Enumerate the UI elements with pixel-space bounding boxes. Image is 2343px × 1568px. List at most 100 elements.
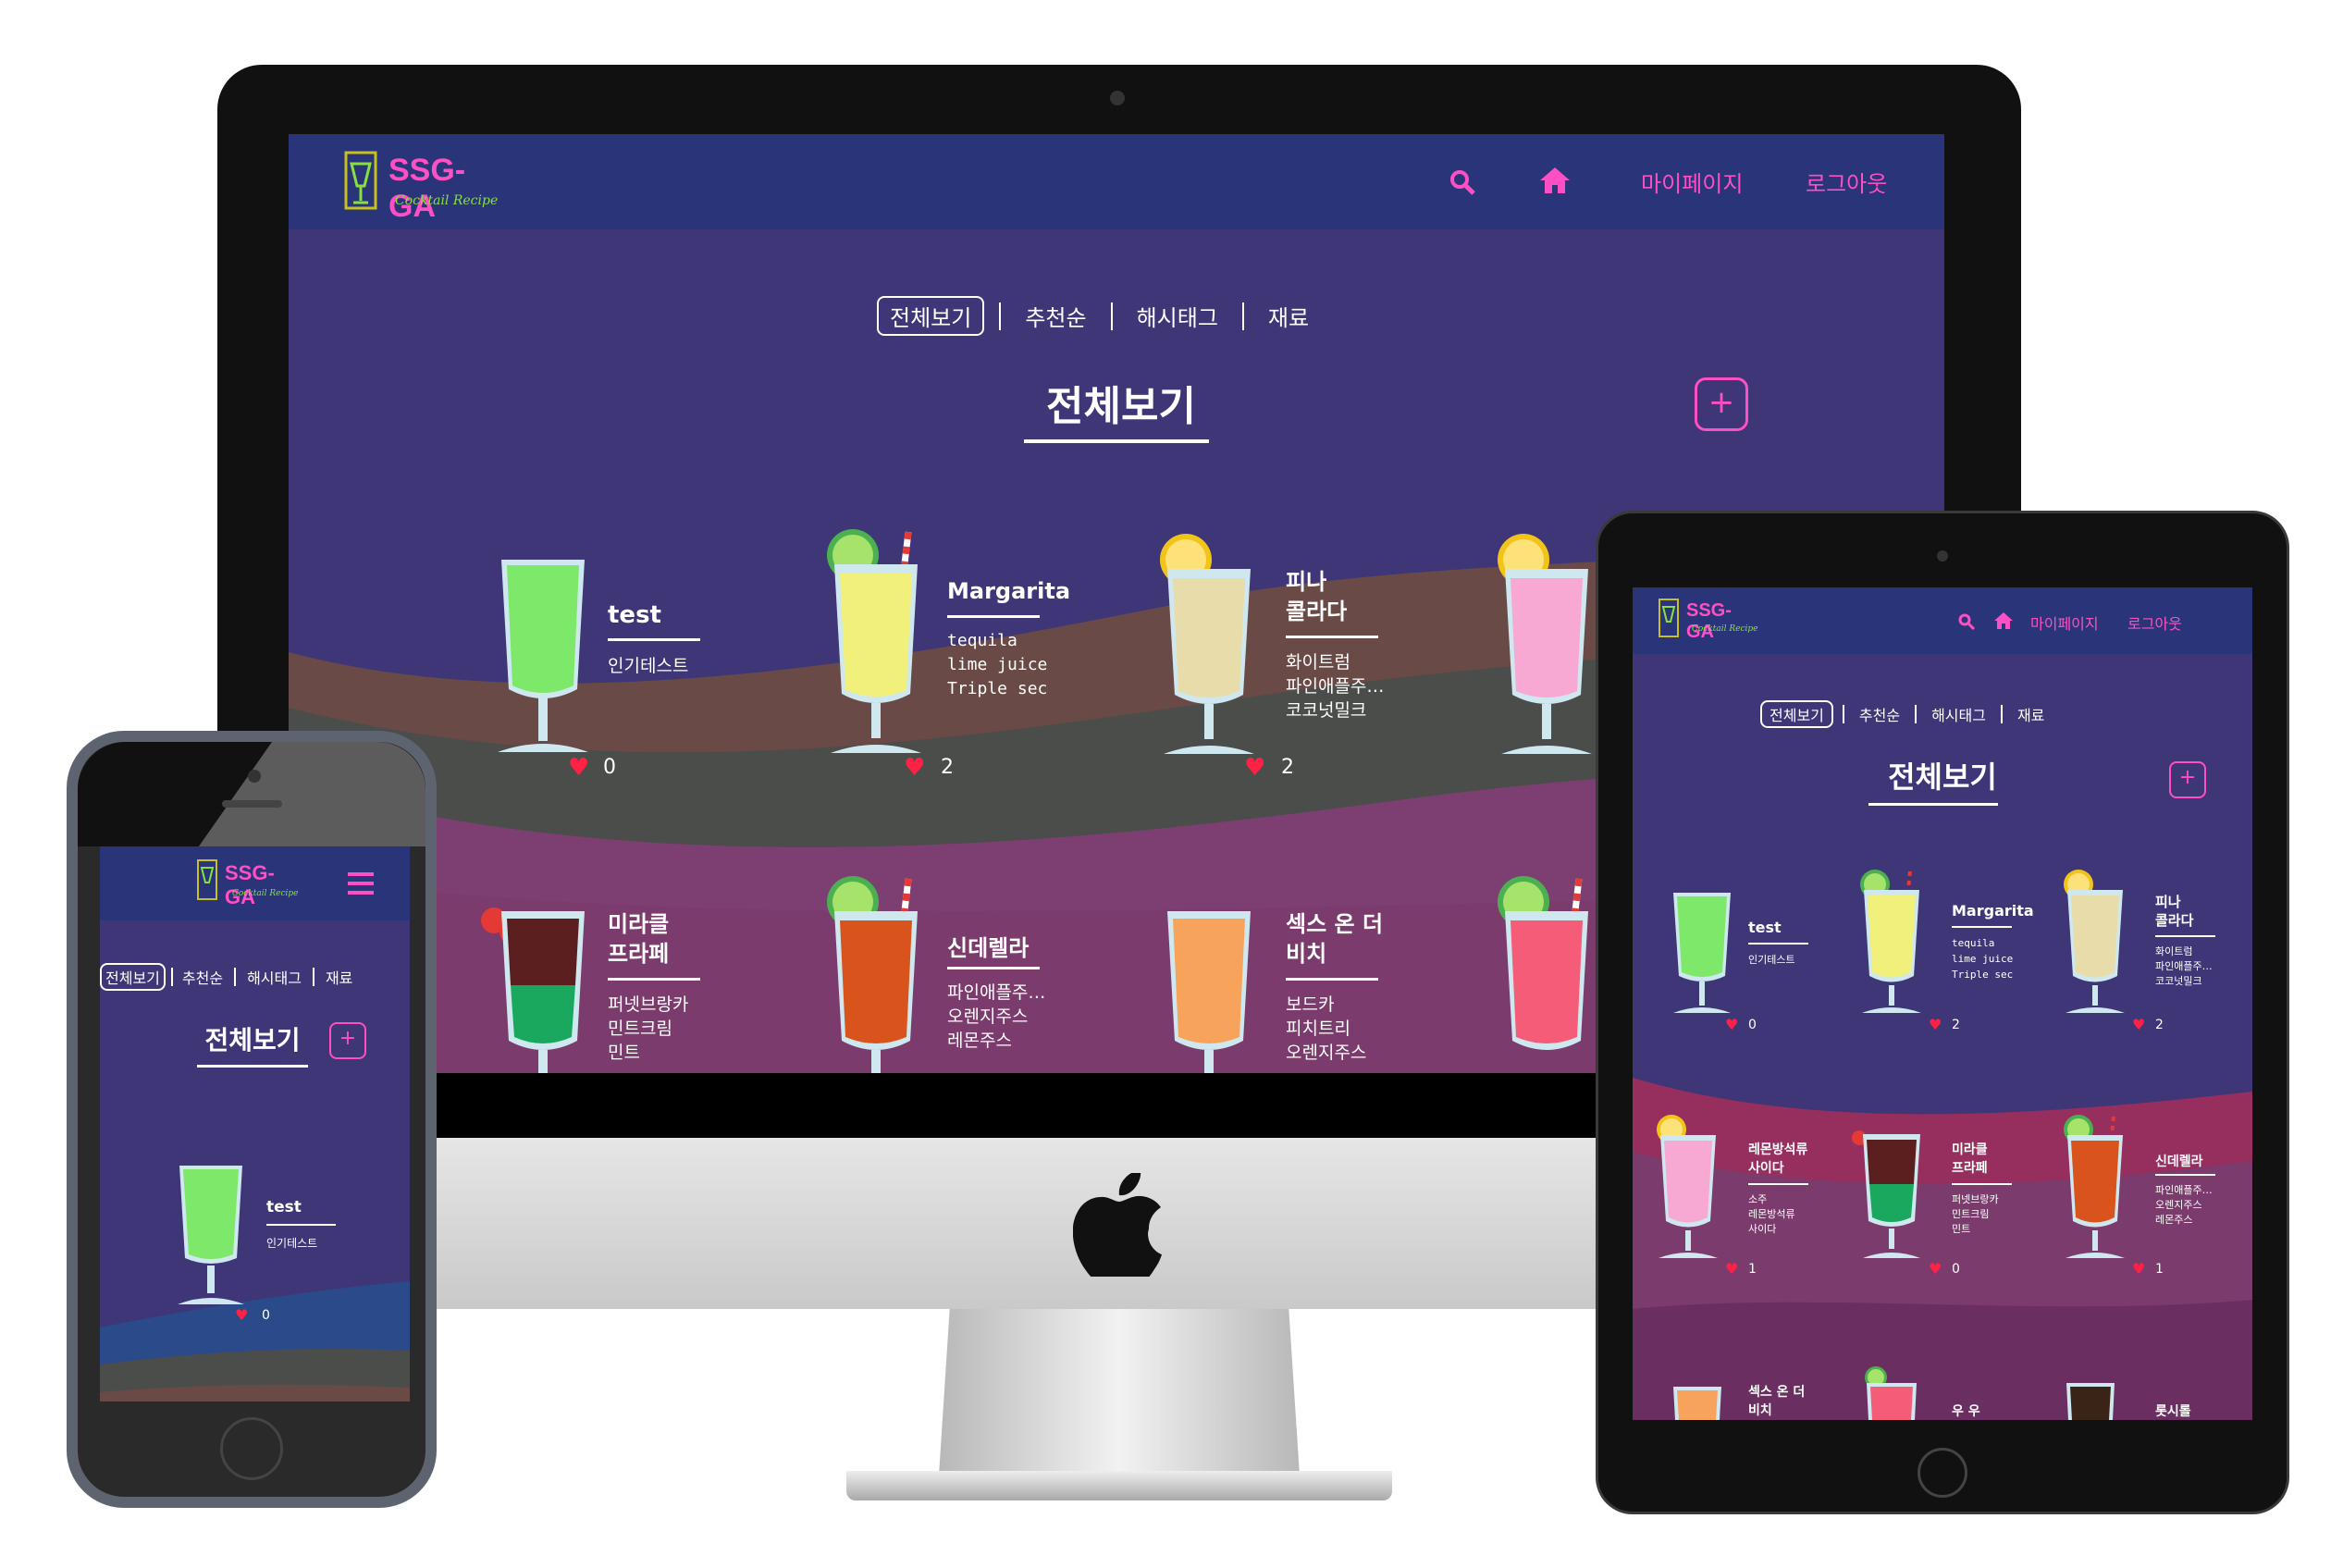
card-title[interactable]: test: [1748, 919, 1782, 936]
card-ingredients: 인기테스트: [266, 1237, 318, 1250]
tab-ingredient[interactable]: 재료: [326, 966, 352, 988]
cocktail-glass-green[interactable]: [174, 1166, 248, 1304]
tab-all[interactable]: 전체보기: [877, 296, 985, 336]
card-title[interactable]: Margarita: [1952, 902, 2034, 920]
card-title[interactable]: 미라클 프라페: [1952, 1141, 1988, 1178]
like-count: 1: [1748, 1262, 1757, 1277]
card-ingredients: 화이트럼 파인애플주… 코코넛밀크: [2155, 945, 2213, 987]
card-ingredients: 퍼넷브랑카 민트크림 민트: [1952, 1193, 1999, 1235]
search-icon[interactable]: [1449, 169, 1475, 195]
cocktail-glass-woo-woo[interactable]: [1859, 1364, 1924, 1420]
imac-stand: [939, 1309, 1300, 1475]
cocktail-glass-sex-on-the-beach[interactable]: [1149, 902, 1269, 1073]
nav-logout-link[interactable]: 로그아웃: [2127, 611, 2182, 634]
card-title[interactable]: 레몬방석류 사이다: [1748, 1141, 1807, 1178]
tab-separator: [2000, 705, 2003, 723]
cocktail-glass-margarita[interactable]: [816, 527, 936, 754]
heart-icon[interactable]: ♥: [1929, 1016, 1942, 1033]
add-recipe-button[interactable]: +: [329, 1022, 366, 1059]
like-count: 2: [2155, 1018, 2164, 1032]
page-title: 전체보기: [1046, 383, 1196, 430]
cocktail-glass-margarita[interactable]: [1855, 870, 1929, 1013]
like-count: 0: [1748, 1018, 1757, 1032]
cocktail-glass-lemon-cider[interactable]: [1651, 1115, 1734, 1258]
phone-camera: [248, 770, 261, 783]
tab-hashtag[interactable]: 해시태그: [1137, 300, 1218, 332]
title-underline: [1868, 803, 1998, 806]
card-title[interactable]: 롯시롤: [2155, 1401, 2191, 1420]
heart-icon[interactable]: ♥: [235, 1306, 248, 1324]
cocktail-glass-pina-colada[interactable]: [1149, 532, 1269, 754]
phone-top-bezel: [78, 742, 425, 846]
card-title[interactable]: test: [608, 601, 661, 629]
tab-separator: [170, 968, 173, 986]
tab-all[interactable]: 전체보기: [100, 963, 166, 991]
cocktail-glass-orange[interactable]: [1670, 1383, 1725, 1420]
tab-ingredient[interactable]: 재료: [1268, 300, 1309, 332]
nav-mypage-link[interactable]: 마이페이지: [1641, 166, 1743, 198]
card-title[interactable]: 피나 콜라다: [1286, 567, 1347, 626]
card-title[interactable]: 신데렐라: [2155, 1152, 2203, 1170]
card-divider: [1286, 636, 1378, 638]
imac-stand-base: [846, 1471, 1392, 1500]
tab-hashtag[interactable]: 해시태그: [247, 966, 302, 988]
card-title[interactable]: test: [266, 1198, 302, 1216]
heart-icon[interactable]: ♥: [2132, 1260, 2145, 1278]
tab-recommended[interactable]: 추천순: [182, 966, 223, 988]
home-icon[interactable]: [1993, 611, 2014, 630]
heart-icon[interactable]: ♥: [1725, 1260, 1738, 1278]
tab-recommended[interactable]: 추천순: [1025, 300, 1086, 332]
card-ingredients: 파인애플주… 오렌지주스 레몬주스: [2155, 1184, 2213, 1226]
add-recipe-button[interactable]: +: [2169, 761, 2206, 798]
heart-icon[interactable]: ♥: [568, 754, 589, 782]
cocktail-glass-pina-colada[interactable]: [2058, 870, 2132, 1013]
card-title[interactable]: 피나 콜라다: [2155, 893, 2193, 930]
cocktail-glass-cola[interactable]: [2063, 1374, 2118, 1420]
background-waves: [100, 1281, 410, 1401]
top-nav: SSG-GA Cocktail Recipe 마이페이지 로그아웃: [289, 134, 1944, 229]
heart-icon[interactable]: ♥: [2132, 1016, 2145, 1033]
heart-icon[interactable]: ♥: [1929, 1260, 1942, 1278]
hamburger-menu-icon[interactable]: [348, 872, 374, 895]
tab-recommended[interactable]: 추천순: [1859, 703, 1900, 725]
card-divider: [1286, 978, 1378, 981]
add-recipe-button[interactable]: +: [1695, 377, 1748, 431]
search-icon[interactable]: [1958, 613, 1975, 630]
cocktail-glass-green[interactable]: [492, 560, 594, 754]
card-title[interactable]: 섹스 온 더 비치: [1286, 909, 1383, 969]
card-title[interactable]: 섹스 온 더 비치: [1748, 1383, 1805, 1420]
card-divider: [947, 615, 1040, 618]
card-title[interactable]: 미라클 프라페: [608, 909, 669, 969]
cocktail-glass-red[interactable]: [1486, 874, 1607, 1073]
card-divider: [1952, 926, 2012, 928]
phone-speaker: [222, 800, 282, 808]
phone-home-button[interactable]: [220, 1417, 283, 1480]
cocktail-glass-pink[interactable]: [1486, 532, 1607, 754]
cocktail-glass-cinderella[interactable]: [2058, 1115, 2132, 1258]
nav-mypage-link[interactable]: 마이페이지: [2030, 611, 2099, 634]
home-icon[interactable]: [1539, 166, 1571, 195]
card-title[interactable]: 신데렐라: [947, 930, 1029, 962]
card-title[interactable]: Margarita: [947, 578, 1070, 604]
tab-separator: [1915, 705, 1918, 723]
card-ingredients: 소주 레몬방석류 사이다: [1748, 1193, 1795, 1235]
ipad-home-button[interactable]: [1918, 1448, 1967, 1498]
tab-separator: [1241, 302, 1244, 330]
heart-icon[interactable]: ♥: [1725, 1016, 1738, 1033]
tab-ingredient[interactable]: 재료: [2017, 703, 2044, 725]
card-title[interactable]: 우 우: [1952, 1401, 1980, 1420]
heart-icon[interactable]: ♥: [904, 754, 925, 782]
filter-tabs: 전체보기 추천순 해시태그 재료: [1760, 700, 2044, 728]
cocktail-glass-miracle-frappe[interactable]: [1850, 1129, 1929, 1258]
like-count: 1: [2155, 1262, 2164, 1277]
nav-logout-link[interactable]: 로그아웃: [1806, 166, 1887, 198]
tab-hashtag[interactable]: 해시태그: [1931, 703, 1986, 725]
cocktail-glass-green[interactable]: [1670, 893, 1734, 1013]
heart-icon[interactable]: ♥: [1244, 754, 1265, 782]
logo-text: SSG-GA: [225, 861, 275, 908]
cocktail-glass-cinderella[interactable]: [816, 874, 936, 1073]
tab-separator: [312, 968, 314, 986]
tab-all[interactable]: 전체보기: [1760, 700, 1833, 728]
cocktail-glass-miracle-frappe[interactable]: [474, 902, 603, 1073]
logo-text: SSG-GA: [388, 153, 466, 224]
